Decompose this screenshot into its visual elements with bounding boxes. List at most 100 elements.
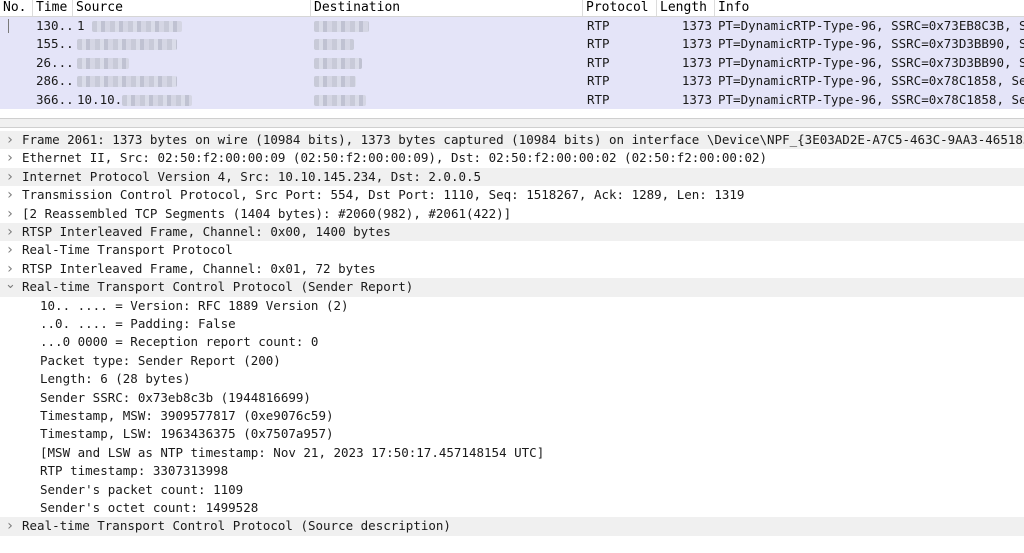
detail-tree-item[interactable]: › Real-time Transport Control Protocol (S… (0, 517, 1024, 536)
packet-row[interactable]: 155... RTP 1373 PT=DynamicRTP-Type-96, S… (0, 35, 1024, 54)
chevron-right-icon[interactable]: › (5, 260, 15, 278)
packet-length: 1373 (681, 91, 712, 107)
detail-tree-item-label: [2 Reassembled TCP Segments (1404 bytes)… (22, 205, 512, 221)
redacted-block (314, 94, 366, 106)
packet-info: PT=DynamicRTP-Type-96, SSRC=0x73D3BB90, … (718, 54, 1024, 70)
packet-source (77, 54, 307, 72)
column-header-length[interactable]: Length (657, 0, 715, 16)
detail-tree-item[interactable]: › Frame 2061: 1373 bytes on wire (10984 b… (0, 131, 1024, 150)
chevron-right-icon[interactable]: › (5, 223, 15, 241)
packet-info: PT=DynamicRTP-Type-96, SSRC=0x73EB8C3B, … (718, 18, 1024, 33)
redacted-block (314, 21, 369, 32)
redacted-block (314, 57, 362, 69)
packet-destination (314, 54, 574, 72)
detail-tree-item-label: Timestamp, LSW: 1963436375 (0x7507a957) (40, 426, 334, 442)
column-header-protocol[interactable]: Protocol (583, 0, 657, 16)
packet-destination (314, 91, 574, 109)
redacted-block (77, 57, 129, 69)
redacted-block (314, 76, 356, 88)
detail-tree-item-label: Ethernet II, Src: 02:50:f2:00:00:09 (02:… (22, 150, 768, 166)
packet-protocol: RTP (587, 91, 610, 107)
packet-no: 26... (36, 54, 74, 70)
packet-info: PT=DynamicRTP-Type-96, SSRC=0x73D3BB90, … (718, 36, 1024, 52)
redacted-block (77, 76, 177, 88)
detail-tree-item[interactable]: › Internet Protocol Version 4, Src: 10.10… (0, 167, 1024, 187)
detail-tree-item[interactable]: Sender's packet count: 1109 (0, 481, 1024, 499)
packet-length: 1373 (681, 18, 712, 33)
detail-tree-item-label: Real-Time Transport Protocol (22, 242, 233, 258)
detail-tree-item[interactable]: Timestamp, MSW: 3909577817 (0xe9076c59) (0, 407, 1024, 425)
detail-tree-item[interactable]: Packet type: Sender Report (200) (0, 352, 1024, 370)
detail-tree-item[interactable]: ..0. .... = Padding: False (0, 315, 1024, 333)
packet-length: 1373 (681, 36, 712, 52)
packet-protocol: RTP (587, 73, 610, 89)
packet-no: 155... (36, 36, 76, 52)
packet-row[interactable]: 26... RTP 1373 PT=DynamicRTP-Type-96, SS… (0, 53, 1024, 73)
chevron-right-icon[interactable]: › (5, 168, 15, 186)
packet-list-header: No. Time Source Destination Protocol Len… (0, 0, 1024, 17)
packet-details-pane[interactable]: › Frame 2061: 1373 bytes on wire (10984 b… (0, 131, 1024, 553)
chevron-right-icon[interactable]: › (5, 149, 15, 167)
detail-tree-item-label: ..0. .... = Padding: False (40, 316, 236, 331)
detail-tree-item[interactable]: › [2 Reassembled TCP Segments (1404 bytes… (0, 205, 1024, 223)
detail-tree-item[interactable]: › RTSP Interleaved Frame, Channel: 0x01, … (0, 260, 1024, 278)
detail-tree-item-label: Sender SSRC: 0x73eb8c3b (1944816699) (40, 389, 311, 405)
detail-tree-item-label: Transmission Control Protocol, Src Port:… (22, 187, 745, 203)
packet-no: 130... (36, 18, 76, 33)
chevron-down-icon[interactable]: ⌄ (5, 278, 16, 296)
packet-row[interactable]: 130... 1 RTP 1373 PT=DynamicRTP-Type-96,… (0, 17, 1024, 36)
chevron-right-icon[interactable]: › (5, 517, 15, 535)
detail-tree-item[interactable]: Sender's octet count: 1499528 (0, 499, 1024, 517)
detail-tree-item[interactable]: › RTSP Interleaved Frame, Channel: 0x00, … (0, 223, 1024, 242)
detail-tree-item-label: Sender's packet count: 1109 (40, 481, 244, 497)
packet-info: PT=DynamicRTP-Type-96, SSRC=0x78C1858, S… (718, 73, 1024, 89)
detail-tree-item-label: Sender's octet count: 1499528 (40, 500, 259, 515)
chevron-right-icon[interactable]: › (5, 186, 15, 204)
column-header-time[interactable]: Time (33, 0, 73, 16)
column-header-no[interactable]: No. (0, 0, 33, 16)
chevron-right-icon[interactable]: › (5, 131, 15, 149)
packet-source (77, 35, 307, 53)
detail-tree-item-label: Real-time Transport Control Protocol (Se… (22, 279, 414, 295)
detail-tree-item[interactable]: Sender SSRC: 0x73eb8c3b (1944816699) (0, 389, 1024, 407)
redacted-block (122, 94, 193, 106)
detail-tree-item-label: Packet type: Sender Report (200) (40, 352, 281, 368)
packet-length: 1373 (681, 73, 712, 89)
detail-tree-item[interactable]: › Ethernet II, Src: 02:50:f2:00:00:09 (02… (0, 149, 1024, 167)
detail-tree-item[interactable]: ⌄ Real-time Transport Control Protocol (S… (0, 278, 1024, 297)
related-packet-marker (8, 19, 9, 33)
redacted-block (92, 21, 183, 32)
column-header-destination[interactable]: Destination (311, 0, 583, 16)
column-header-source[interactable]: Source (73, 0, 311, 16)
detail-tree-item-label: Timestamp, MSW: 3909577817 (0xe9076c59) (40, 408, 334, 423)
detail-tree-item[interactable]: RTP timestamp: 3307313998 (0, 462, 1024, 480)
packet-destination (314, 72, 574, 90)
detail-tree-item[interactable]: ...0 0000 = Reception report count: 0 (0, 333, 1024, 351)
detail-tree-item-label: [MSW and LSW as NTP timestamp: Nov 21, 2… (40, 444, 545, 460)
detail-tree-item[interactable]: › Real-Time Transport Protocol (0, 241, 1024, 259)
redacted-block (314, 39, 354, 51)
detail-tree-item-label: RTSP Interleaved Frame, Channel: 0x00, 1… (22, 224, 391, 239)
detail-tree-item[interactable]: › Transmission Control Protocol, Src Port… (0, 186, 1024, 204)
packet-destination (314, 17, 574, 35)
detail-tree-item-label: Internet Protocol Version 4, Src: 10.10.… (22, 168, 482, 184)
detail-tree-item[interactable]: Length: 6 (28 bytes) (0, 370, 1024, 388)
redacted-block (77, 39, 177, 51)
packet-row[interactable]: 366... 10.10. RTP 1373 PT=DynamicRTP-Typ… (0, 90, 1024, 109)
column-header-info[interactable]: Info (715, 0, 1024, 16)
chevron-right-icon[interactable]: › (5, 205, 15, 223)
chevron-right-icon[interactable]: › (5, 241, 15, 259)
packet-info: PT=DynamicRTP-Type-96, SSRC=0x78C1858, S… (718, 91, 1024, 107)
packet-list-pane[interactable]: No. Time Source Destination Protocol Len… (0, 0, 1024, 118)
detail-tree-item-label: Length: 6 (28 bytes) (40, 371, 191, 387)
pane-splitter[interactable] (0, 118, 1024, 128)
detail-tree-item[interactable]: 10.. .... = Version: RFC 1889 Version (2… (0, 297, 1024, 315)
packet-no: 366... (36, 91, 76, 107)
detail-tree-item[interactable]: Timestamp, LSW: 1963436375 (0x7507a957) (0, 425, 1024, 443)
packet-no: 286... (36, 73, 76, 89)
packet-row[interactable]: 286... RTP 1373 PT=DynamicRTP-Type-96, S… (0, 72, 1024, 91)
packet-protocol: RTP (587, 18, 610, 33)
detail-tree-item[interactable]: [MSW and LSW as NTP timestamp: Nov 21, 2… (0, 444, 1024, 462)
detail-tree-item-label: Frame 2061: 1373 bytes on wire (10984 bi… (22, 132, 1024, 147)
packet-rows: 130... 1 RTP 1373 PT=DynamicRTP-Type-96,… (0, 17, 1024, 109)
